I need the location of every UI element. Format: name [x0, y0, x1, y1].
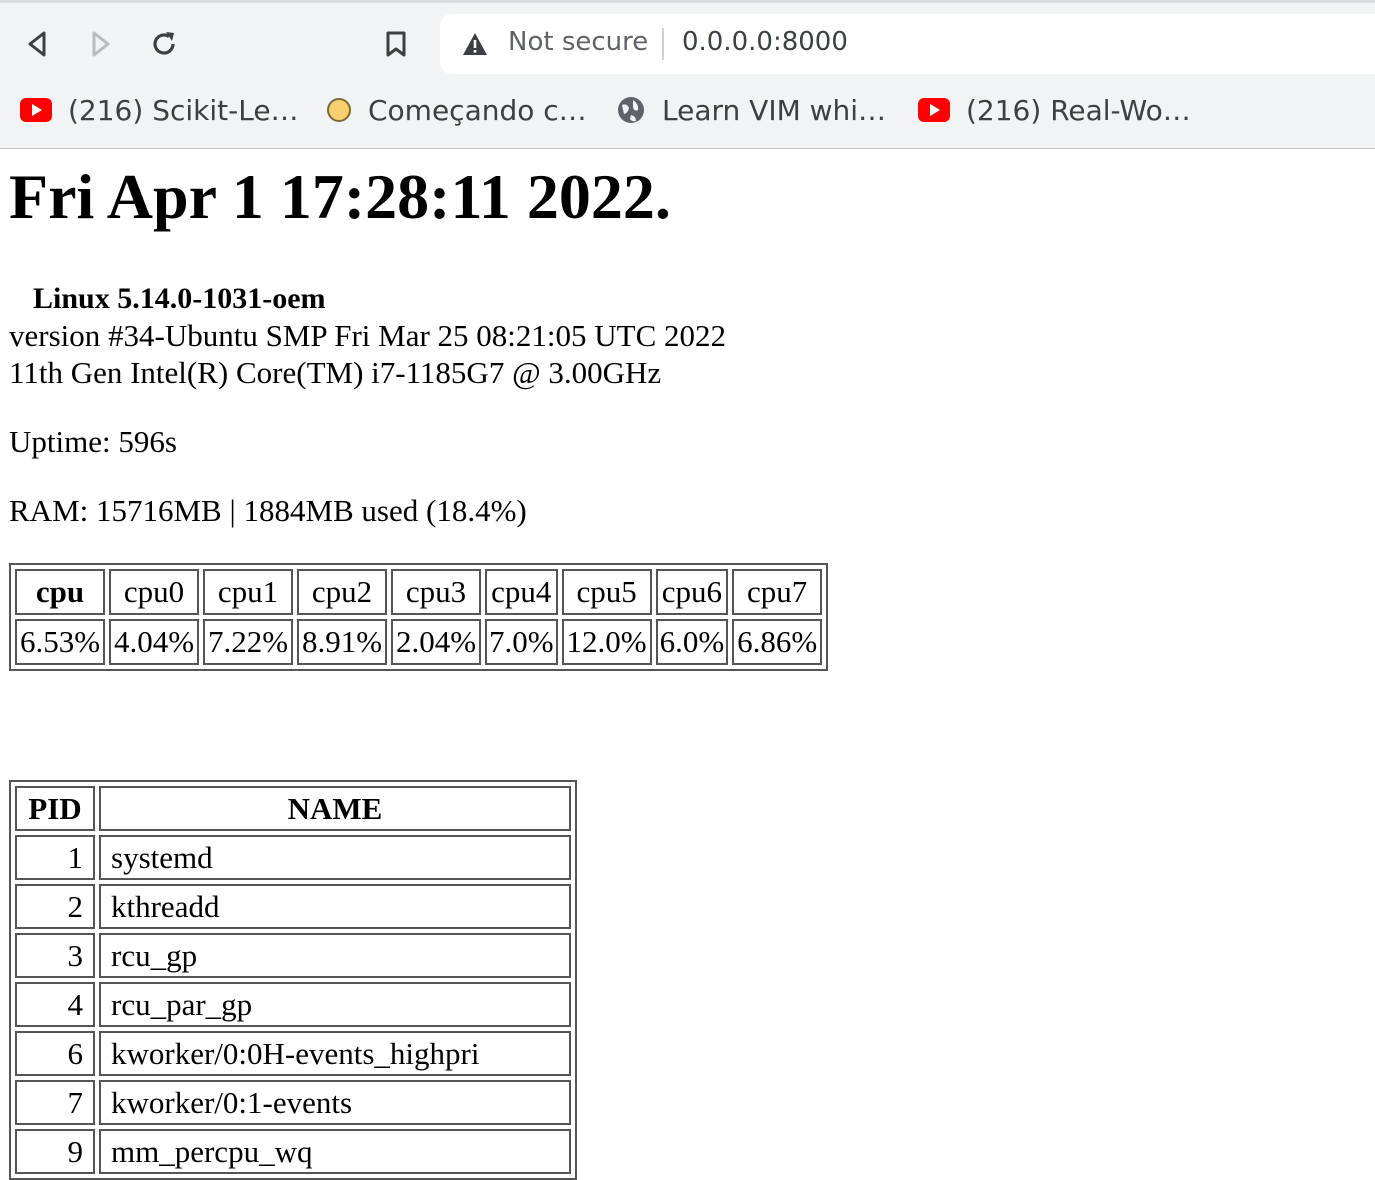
- bookmark-label: (216) Real-Wo…: [966, 93, 1191, 127]
- name-cell: kworker/0:0H-events_highpri: [99, 1031, 571, 1076]
- table-row: 1 systemd: [15, 835, 571, 880]
- table-row: 9 mm_percpu_wq: [15, 1129, 571, 1174]
- pid-cell: 2: [15, 884, 95, 929]
- pid-column-header: PID: [15, 786, 95, 831]
- cpu-value-cell: 6.53%: [15, 619, 105, 665]
- cpu-header-cell: cpu0: [109, 569, 199, 615]
- url-text[interactable]: 0.0.0.0:8000: [682, 27, 848, 57]
- bookmark-label: Learn VIM whi…: [662, 93, 887, 127]
- bookmark-icon: [386, 31, 406, 57]
- back-arrow-icon: [28, 31, 46, 57]
- ram-usage-text: RAM: 15716MB | 1884MB used (18.4%): [9, 493, 527, 528]
- pid-cell: 9: [15, 1129, 95, 1174]
- circle-favicon-icon: [326, 97, 352, 123]
- youtube-icon: [918, 98, 950, 122]
- table-row: 7 kworker/0:1-events: [15, 1080, 571, 1125]
- address-bar[interactable]: Not secure 0.0.0.0:8000: [440, 14, 1375, 74]
- bookmarks-bar: (216) Scikit-Le… Começando c… Learn VIM …: [0, 86, 1375, 136]
- cpu-value-row: 6.53% 4.04% 7.22% 8.91% 2.04% 7.0% 12.0%…: [15, 619, 823, 665]
- uptime-text: Uptime: 596s: [9, 424, 177, 459]
- cpu-header-cell: cpu3: [391, 569, 481, 615]
- cpu-model: 11th Gen Intel(R) Core(TM) i7-1185G7 @ 3…: [9, 355, 662, 390]
- pid-cell: 6: [15, 1031, 95, 1076]
- kernel-name: Linux 5.14.0-1031-oem: [33, 282, 326, 315]
- table-row: 3 rcu_gp: [15, 933, 571, 978]
- bookmark-page-button[interactable]: [374, 22, 418, 66]
- table-row: 4 rcu_par_gp: [15, 982, 571, 1027]
- name-cell: mm_percpu_wq: [99, 1129, 571, 1174]
- name-cell: rcu_gp: [99, 933, 571, 978]
- cpu-value-cell: 6.0%: [655, 619, 729, 665]
- name-cell: systemd: [99, 835, 571, 880]
- cpu-header-cell: cpu: [15, 569, 105, 615]
- back-button[interactable]: [16, 22, 60, 66]
- reload-button[interactable]: [142, 22, 186, 66]
- cpu-header-cell: cpu6: [655, 569, 729, 615]
- cpu-header-cell: cpu7: [732, 569, 823, 615]
- reload-icon: [153, 32, 175, 55]
- security-status[interactable]: Not secure: [508, 27, 648, 57]
- omnibox-divider: [662, 28, 664, 60]
- process-header-row: PID NAME: [15, 786, 571, 831]
- cpu-header-row: cpu cpu0 cpu1 cpu2 cpu3 cpu4 cpu5 cpu6 c…: [15, 569, 823, 615]
- pid-cell: 7: [15, 1080, 95, 1125]
- name-cell: rcu_par_gp: [99, 982, 571, 1027]
- pid-cell: 3: [15, 933, 95, 978]
- table-row: 6 kworker/0:0H-events_highpri: [15, 1031, 571, 1076]
- name-cell: kworker/0:1-events: [99, 1080, 571, 1125]
- cpu-value-cell: 7.22%: [203, 619, 293, 665]
- bookmark-item[interactable]: (216) Real-Wo…: [918, 86, 1191, 134]
- cpu-usage-table: cpu cpu0 cpu1 cpu2 cpu3 cpu4 cpu5 cpu6 c…: [9, 563, 829, 671]
- table-row: 2 kthreadd: [15, 884, 571, 929]
- pid-cell: 4: [15, 982, 95, 1027]
- cpu-header-cell: cpu4: [485, 569, 558, 615]
- bookmark-label: (216) Scikit-Le…: [68, 93, 299, 127]
- cpu-header-cell: cpu5: [561, 569, 652, 615]
- bookmark-item[interactable]: Learn VIM whi…: [616, 86, 886, 134]
- name-column-header: NAME: [99, 786, 571, 831]
- bookmark-item[interactable]: (216) Scikit-Le…: [20, 86, 299, 134]
- youtube-icon: [20, 98, 52, 122]
- tab-strip-edge: [0, 0, 1375, 3]
- forward-button[interactable]: [78, 22, 122, 66]
- pid-cell: 1: [15, 835, 95, 880]
- cpu-value-cell: 7.0%: [485, 619, 558, 665]
- cpu-value-cell: 2.04%: [391, 619, 481, 665]
- cpu-value-cell: 6.86%: [732, 619, 823, 665]
- cpu-header-cell: cpu2: [297, 569, 387, 615]
- forward-arrow-icon: [92, 31, 110, 57]
- browser-toolbar: Not secure 0.0.0.0:8000 (216) Scikit-Le……: [0, 0, 1375, 149]
- cpu-value-cell: 12.0%: [561, 619, 652, 665]
- process-table: PID NAME 1 systemd 2 kthreadd 3 rcu_gp 4…: [9, 780, 577, 1180]
- globe-icon: [616, 95, 646, 125]
- cpu-value-cell: 4.04%: [109, 619, 199, 665]
- warning-icon[interactable]: [462, 32, 488, 56]
- name-cell: kthreadd: [99, 884, 571, 929]
- cpu-value-cell: 8.91%: [297, 619, 387, 665]
- bookmark-label: Começando c…: [368, 93, 587, 127]
- bookmark-item[interactable]: Começando c…: [326, 86, 587, 134]
- cpu-header-cell: cpu1: [203, 569, 293, 615]
- page-title-datetime: Fri Apr 1 17:28:11 2022.: [9, 161, 671, 232]
- kernel-version: version #34-Ubuntu SMP Fri Mar 25 08:21:…: [9, 318, 727, 353]
